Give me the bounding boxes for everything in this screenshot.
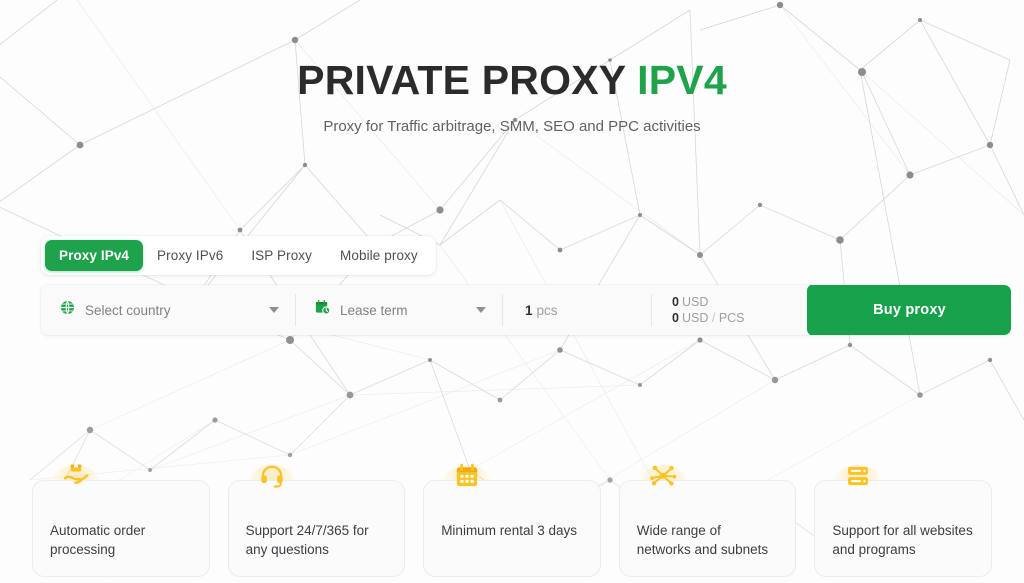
chevron-down-icon[interactable] <box>269 307 279 313</box>
page-title: PRIVATE PROXY IPV4 <box>0 57 1024 104</box>
price-total-currency: USD <box>681 294 709 309</box>
hero-section: PRIVATE PROXY IPV4 Proxy for Traffic arb… <box>0 0 1024 135</box>
feature-card-text: Support for all websites and programs <box>832 521 975 559</box>
headset-icon <box>245 459 298 509</box>
country-select-label: Select country <box>85 302 171 318</box>
price-total-value: 0 <box>672 294 679 309</box>
feature-card-support-247: Support 24/7/365 for any questions <box>227 465 406 577</box>
feature-cards: Automatic order processing Support 24/7/… <box>32 463 992 577</box>
price-unit-value: 0 <box>672 311 679 325</box>
feature-card-minimum-rental: Minimum rental 3 days <box>423 463 601 577</box>
feature-card-text: Minimum rental 3 days <box>441 521 584 540</box>
page-title-accent: IPV4 <box>637 57 727 103</box>
quantity-unit: pcs <box>536 302 558 318</box>
feature-card-automatic-order: Automatic order processing <box>32 464 210 577</box>
lease-term-select[interactable]: Lease term <box>296 285 502 335</box>
server-stack-icon <box>832 459 885 509</box>
feature-card-support-websites: Support for all websites and programs <box>814 465 992 577</box>
network-nodes-icon <box>636 459 689 509</box>
chevron-down-icon[interactable] <box>476 307 486 313</box>
price-summary: 0 USD 0 USD / PCS <box>652 285 807 335</box>
feature-card-text: Support 24/7/365 for any questions <box>246 521 389 559</box>
tab-isp-proxy[interactable]: ISP Proxy <box>237 240 326 271</box>
quantity-input[interactable]: 1 pcs <box>503 285 651 335</box>
tab-proxy-ipv6[interactable]: Proxy IPv6 <box>143 240 237 271</box>
lease-term-select-label: Lease term <box>340 302 408 318</box>
page-subtitle: Proxy for Traffic arbitrage, SMM, SEO an… <box>323 117 701 135</box>
tab-mobile-proxy[interactable]: Mobile proxy <box>326 240 432 271</box>
price-unit-currency: USD <box>681 311 709 325</box>
buy-proxy-button[interactable]: Buy proxy <box>807 285 1011 335</box>
quantity-value: 1 <box>525 302 533 318</box>
feature-line-2: any questions <box>245 542 329 558</box>
country-select[interactable]: Select country <box>41 285 295 335</box>
price-unit-suffix: PCS <box>718 311 745 325</box>
feature-card-text: Automatic order processing <box>50 521 193 559</box>
page-title-main: PRIVATE PROXY <box>297 57 626 103</box>
feature-card-text: Wide range of networks and subnets <box>637 521 780 559</box>
calendar-clock-icon <box>314 299 331 321</box>
feature-line-1: Wide range of <box>636 523 721 538</box>
feature-line-1: Support for all websites <box>832 523 973 538</box>
feature-line-2: and programs <box>832 542 916 558</box>
hand-package-icon <box>50 459 102 509</box>
feature-line-1: Automatic order <box>50 523 146 538</box>
calendar-icon <box>441 459 494 509</box>
landing-page: PRIVATE PROXY IPV4 Proxy for Traffic arb… <box>0 0 1024 583</box>
feature-line-2: processing <box>50 542 116 558</box>
price-unit-row: 0 USD / PCS <box>672 310 807 327</box>
price-total-row: 0 USD <box>672 294 807 311</box>
order-form-bar: Select country Lease term 1 pcs 0 USD 0 … <box>41 285 1011 335</box>
proxy-type-tabs: Proxy IPv4 Proxy IPv6 ISP Proxy Mobile p… <box>41 236 436 275</box>
feature-line-2: networks and subnets <box>636 542 769 558</box>
globe-icon <box>59 299 76 321</box>
feature-card-wide-range: Wide range of networks and subnets <box>618 465 797 577</box>
feature-line-1: Support 24/7/365 for <box>245 523 369 538</box>
price-unit-separator: / <box>711 311 716 325</box>
tab-proxy-ipv4[interactable]: Proxy IPv4 <box>45 240 144 271</box>
feature-line-1: Minimum rental 3 days <box>441 523 577 538</box>
